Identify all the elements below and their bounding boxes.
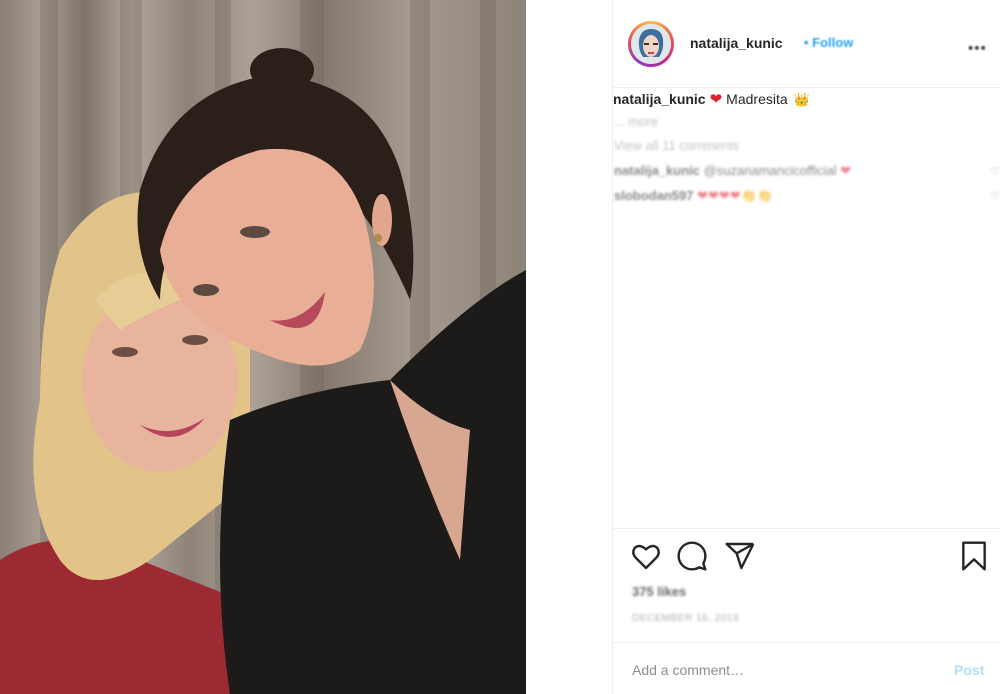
post-photo-illustration	[0, 0, 526, 694]
comment-icon[interactable]	[676, 540, 708, 572]
comment-like-heart-icon[interactable]: ♡	[990, 190, 1000, 203]
comment-divider	[612, 642, 1000, 643]
more-link[interactable]: ... more	[614, 114, 658, 129]
post-author-username[interactable]: natalija_kunic	[690, 35, 783, 51]
avatar-image	[631, 24, 671, 64]
more-horizontal-icon[interactable]: •••	[968, 40, 987, 57]
crown-emoji-icon: 👑	[793, 92, 810, 107]
post-comment-button[interactable]: Post	[954, 662, 984, 678]
likes-count[interactable]: 375 likes	[632, 584, 686, 599]
follow-button[interactable]: • Follow	[804, 35, 853, 50]
actions-divider	[612, 528, 1000, 529]
comment-emoji: ❤	[840, 163, 852, 178]
header-divider	[612, 87, 1000, 88]
comment-emoji: ❤❤❤❤👏👏	[697, 188, 774, 203]
comment-item: slobodan597 ❤❤❤❤👏👏	[614, 188, 773, 204]
comment-text[interactable]: @suzanamancicofficial	[704, 163, 837, 178]
post-date: DECEMBER 16, 2019	[632, 613, 739, 624]
post-details-panel: natalija_kunic • Follow ••• natalija_kun…	[612, 0, 1000, 694]
comment-username[interactable]: slobodan597	[614, 188, 693, 203]
caption-username[interactable]: natalija_kunic	[613, 91, 706, 107]
comment-item: natalija_kunic @suzanamancicofficial ❤	[614, 163, 851, 179]
avatar[interactable]	[628, 21, 674, 67]
share-icon[interactable]	[724, 540, 756, 572]
photo-gap	[526, 0, 612, 694]
add-comment-input[interactable]	[632, 662, 932, 678]
view-all-comments-link[interactable]: View all 11 comments	[614, 138, 739, 153]
comment-like-heart-icon[interactable]: ♡	[990, 165, 1000, 178]
post-photo[interactable]	[0, 0, 526, 694]
heart-icon[interactable]	[630, 540, 662, 572]
heart-emoji-icon: ❤	[709, 91, 723, 108]
comment-username[interactable]: natalija_kunic	[614, 163, 700, 178]
bookmark-icon[interactable]	[958, 540, 990, 572]
caption-text: Madresita	[726, 91, 788, 107]
avatar-face-icon	[631, 24, 671, 64]
post-caption: natalija_kunic ❤ Madresita 👑	[613, 90, 810, 108]
